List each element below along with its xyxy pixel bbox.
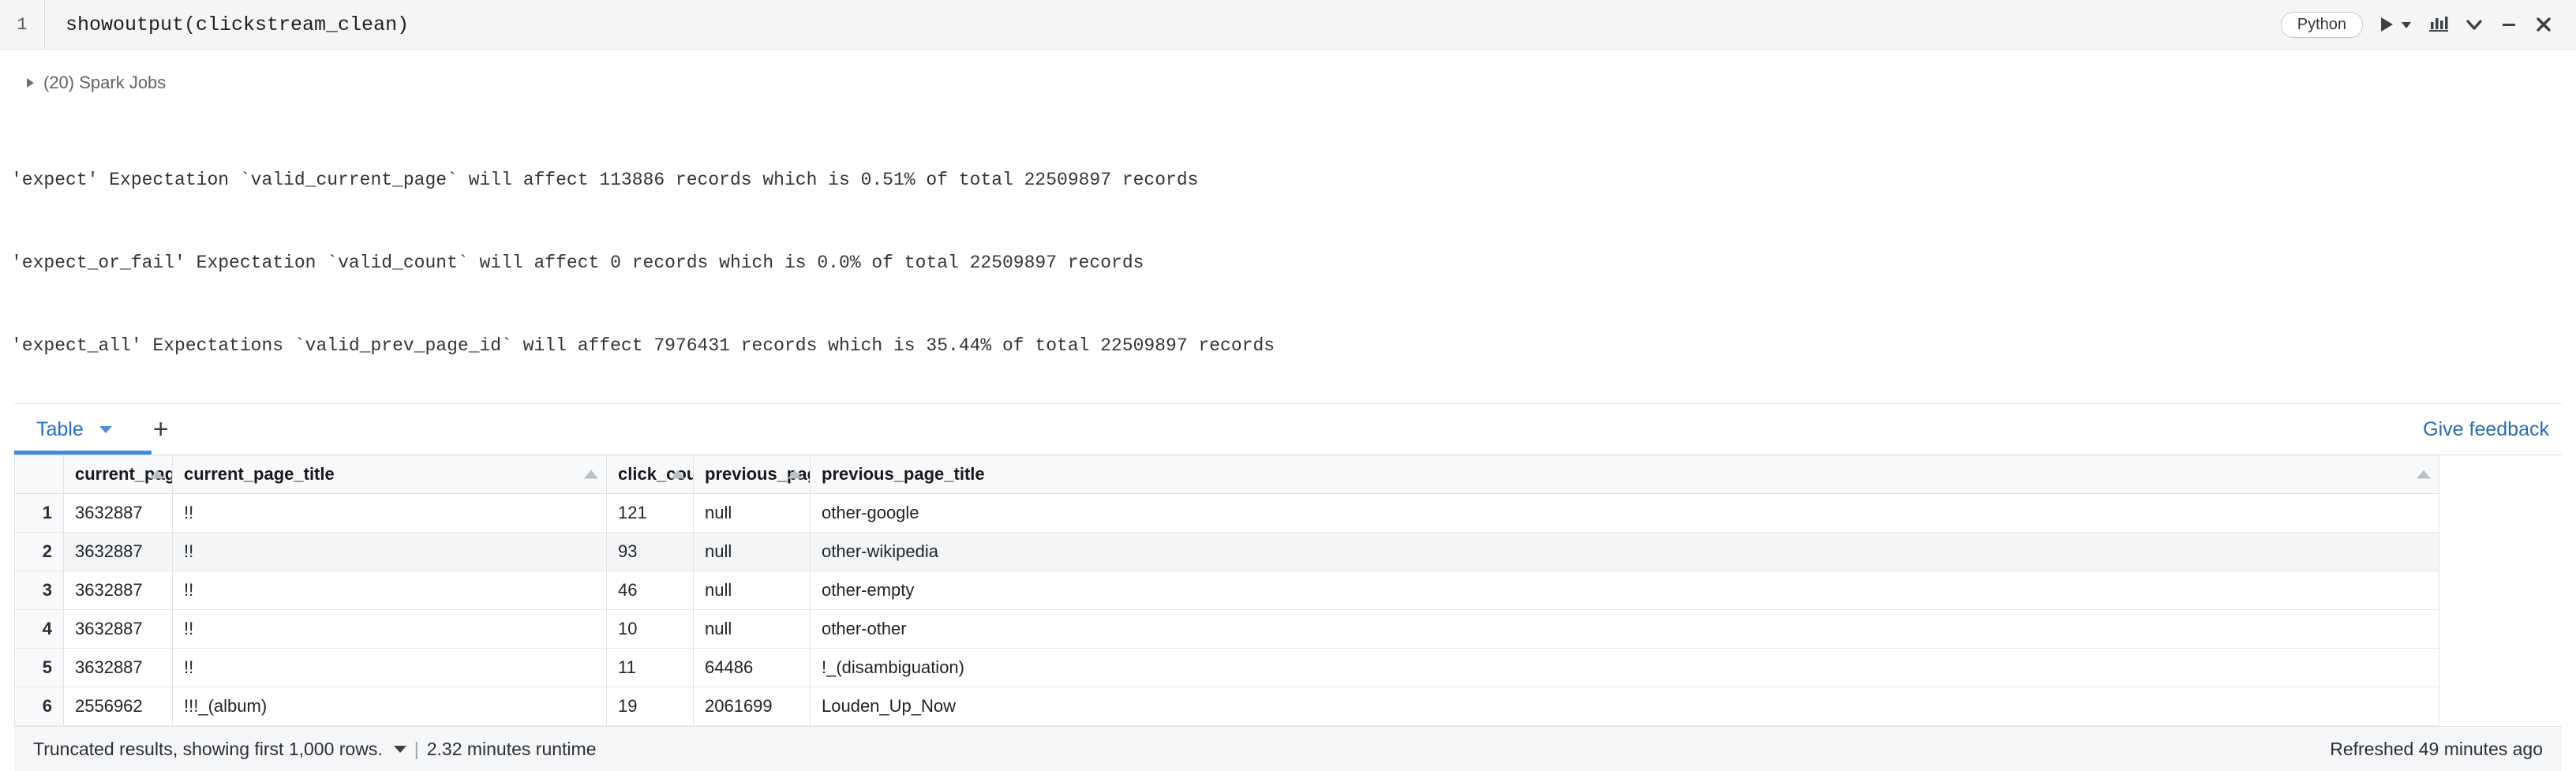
table-header-row: current_page_id current_page_title click… <box>14 455 2439 494</box>
results-status-bar: Truncated results, showing first 1,000 r… <box>14 726 2562 771</box>
add-tab-button[interactable]: + <box>134 416 188 443</box>
sort-ascending-icon[interactable] <box>584 470 598 479</box>
cell-previous-page-id: 64486 <box>693 648 811 687</box>
row-index: 3 <box>14 571 64 610</box>
cell-previous-page-title: Louden_Up_Now <box>810 687 2439 726</box>
run-icon[interactable] <box>2377 14 2413 35</box>
minimize-icon[interactable] <box>2499 14 2519 35</box>
expand-caret-icon <box>27 78 34 88</box>
cell-click-count: 121 <box>606 493 694 533</box>
table-row[interactable]: 6 2556962 !!!_(album) 19 2061699 Louden_… <box>14 687 2439 726</box>
cell-current-page-id: 3632887 <box>63 571 173 610</box>
code-cell[interactable]: 1 showoutput(clickstream_clean) Python <box>0 0 2576 50</box>
code-editor-text[interactable]: showoutput(clickstream_clean) <box>45 13 409 36</box>
cell-click-count: 46 <box>606 571 694 610</box>
refreshed-label: Refreshed 49 minutes ago <box>2330 738 2543 759</box>
give-feedback-link[interactable]: Give feedback <box>2423 418 2562 441</box>
cell-current-page-title: !! <box>172 609 607 649</box>
runtime-label: 2.32 minutes runtime <box>426 738 597 759</box>
chart-icon[interactable] <box>2428 14 2450 35</box>
row-index-header <box>14 455 64 494</box>
table-row[interactable]: 5 3632887 !! 11 64486 !_(disambiguation) <box>14 648 2439 687</box>
column-header-label: current_page_title <box>184 464 335 484</box>
truncation-label: Truncated results, showing first 1,000 r… <box>33 738 383 759</box>
cell-previous-page-id: null <box>693 609 811 649</box>
line-number: 1 <box>17 14 28 35</box>
truncation-control[interactable]: Truncated results, showing first 1,000 r… <box>33 739 406 760</box>
table-row[interactable]: 2 3632887 !! 93 null other-wikipedia <box>14 532 2439 571</box>
results-table: current_page_id current_page_title click… <box>14 455 2439 726</box>
row-index: 5 <box>14 648 64 687</box>
expectation-output: 'expect' Expectation `valid_current_page… <box>0 94 2576 387</box>
cell-previous-page-id: null <box>693 493 811 533</box>
cell-current-page-id: 3632887 <box>63 532 173 571</box>
tab-table-label: Table <box>36 417 84 440</box>
cell-current-page-title: !!!_(album) <box>172 687 607 726</box>
cell-previous-page-title: other-other <box>810 609 2439 649</box>
cell-previous-page-title: other-empty <box>810 571 2439 610</box>
language-badge[interactable]: Python <box>2280 11 2363 38</box>
spark-jobs-label: (20) Spark Jobs <box>43 73 167 92</box>
sort-ascending-icon[interactable] <box>671 470 685 479</box>
cell-previous-page-title: !_(disambiguation) <box>810 648 2439 687</box>
table-row[interactable]: 1 3632887 !! 121 null other-google <box>14 493 2439 533</box>
cell-current-page-id: 3632887 <box>63 493 173 533</box>
cell-previous-page-id: 2061699 <box>693 687 811 726</box>
row-index: 1 <box>14 493 64 533</box>
sort-ascending-icon[interactable] <box>788 470 802 479</box>
cell-current-page-id: 3632887 <box>63 648 173 687</box>
status-separator: | <box>414 738 419 759</box>
column-header-click-count[interactable]: click_count <box>606 455 694 494</box>
cell-previous-page-id: null <box>693 571 811 610</box>
row-index: 4 <box>14 609 64 649</box>
column-header-label: previous_page_title <box>822 464 985 484</box>
cell-previous-page-title: other-google <box>810 493 2439 533</box>
row-index: 6 <box>14 687 64 726</box>
results-table-wrapper[interactable]: current_page_id current_page_title click… <box>14 455 2562 726</box>
cell-click-count: 11 <box>606 648 694 687</box>
spark-jobs-toggle[interactable]: (20) Spark Jobs <box>0 50 2576 94</box>
cell-current-page-id: 3632887 <box>63 609 173 649</box>
cell-current-page-title: !! <box>172 571 607 610</box>
cell-click-count: 93 <box>606 532 694 571</box>
column-header-current-page-title[interactable]: current_page_title <box>172 455 607 494</box>
column-header-previous-page-title[interactable]: previous_page_title <box>810 455 2439 494</box>
cell-current-page-title: !! <box>172 532 607 571</box>
table-row[interactable]: 3 3632887 !! 46 null other-empty <box>14 571 2439 610</box>
expectation-line: 'expect_all' Expectations `valid_prev_pa… <box>11 335 1275 356</box>
sort-ascending-icon[interactable] <box>150 470 164 479</box>
cell-click-count: 10 <box>606 609 694 649</box>
table-row[interactable]: 4 3632887 !! 10 null other-other <box>14 609 2439 649</box>
expectation-line: 'expect' Expectation `valid_current_page… <box>11 170 1199 190</box>
cell-previous-page-title: other-wikipedia <box>810 532 2439 571</box>
result-tabbar: Table + Give feedback <box>14 404 2562 455</box>
cell-current-page-title: !! <box>172 493 607 533</box>
column-header-previous-page-id[interactable]: previous_page_id <box>693 455 811 494</box>
row-index: 2 <box>14 532 64 571</box>
cell-current-page-id: 2556962 <box>63 687 173 726</box>
cell-toolbar: Python <box>2280 11 2576 38</box>
active-tab-indicator <box>14 451 152 455</box>
truncation-chevron-down-icon[interactable] <box>393 745 406 753</box>
chevron-down-icon[interactable] <box>2464 14 2484 35</box>
cell-current-page-title: !! <box>172 648 607 687</box>
close-icon[interactable] <box>2533 14 2554 35</box>
cell-previous-page-id: null <box>693 532 811 571</box>
run-dropdown-caret-icon <box>2402 22 2411 28</box>
expectation-line: 'expect_or_fail' Expectation `valid_coun… <box>11 253 1144 273</box>
tab-chevron-down-icon[interactable] <box>99 425 112 433</box>
result-panel: Table + Give feedback current_page_id <box>14 403 2562 771</box>
column-header-current-page-id[interactable]: current_page_id <box>63 455 173 494</box>
cell-click-count: 19 <box>606 687 694 726</box>
tab-table[interactable]: Table <box>14 404 134 455</box>
sort-ascending-icon[interactable] <box>2417 470 2431 479</box>
